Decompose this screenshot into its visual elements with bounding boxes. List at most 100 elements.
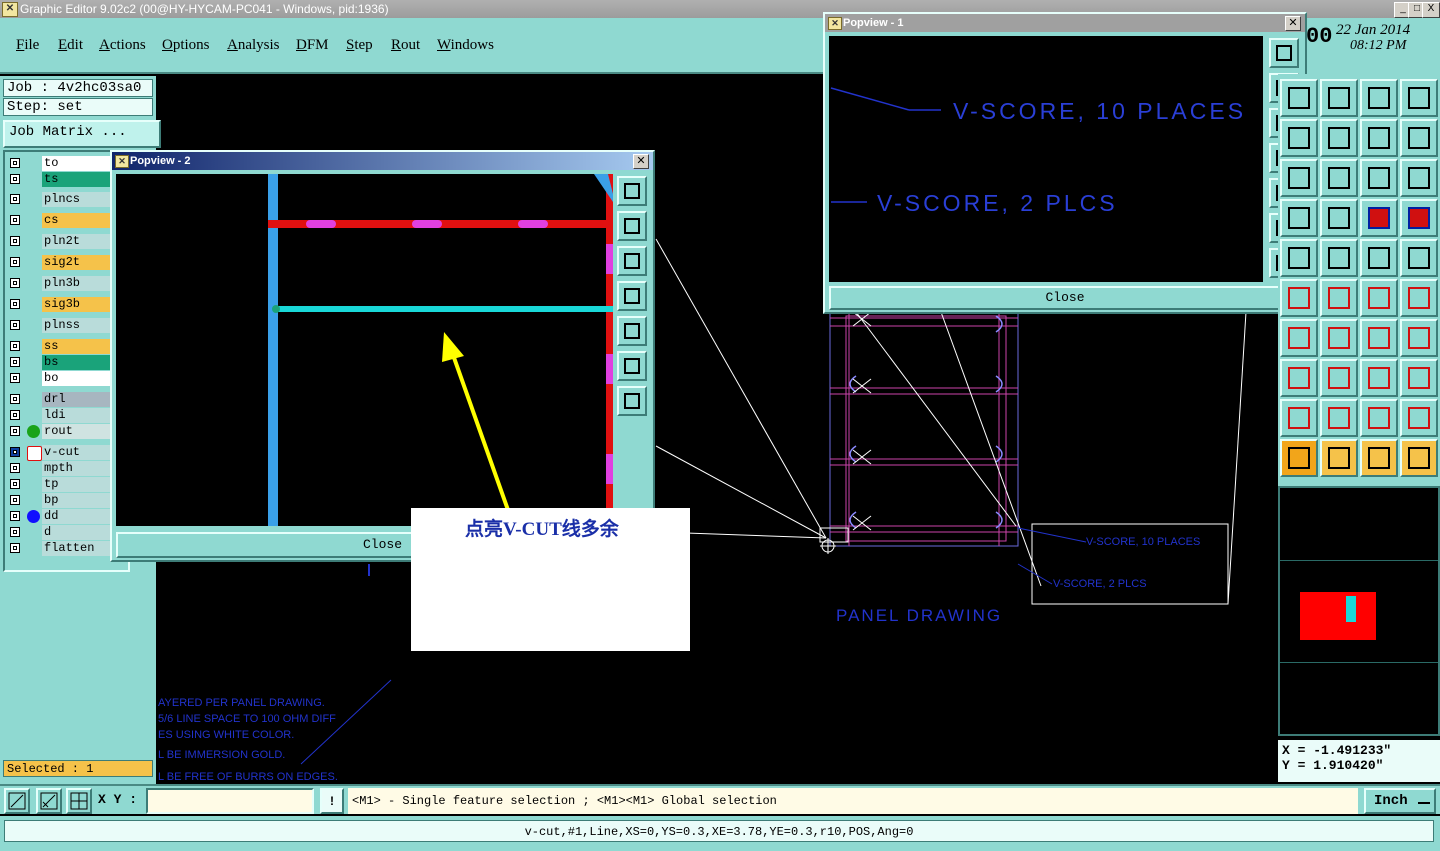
menu-dfm[interactable]: DFM [296, 37, 329, 54]
menu-actions[interactable]: Actions [99, 37, 146, 54]
break-button[interactable] [1320, 359, 1358, 397]
layer-checkbox[interactable] [10, 194, 20, 204]
layer-checkbox[interactable] [10, 299, 20, 309]
select-button[interactable] [1280, 239, 1318, 277]
group-button[interactable] [1400, 359, 1438, 397]
layer-checkbox[interactable] [10, 341, 20, 351]
popview-1-close-icon[interactable]: ✕ [1285, 16, 1301, 31]
layer-row-sig3b[interactable]: sig3b [7, 297, 113, 312]
layer-row-flatten[interactable]: flatten [7, 541, 113, 556]
cursor4-button[interactable] [1400, 439, 1438, 477]
menu-windows[interactable]: Windows [437, 37, 494, 54]
layer-row-ldi[interactable]: ldi [7, 408, 113, 423]
layer-checkbox[interactable] [10, 511, 20, 521]
layer-checkbox[interactable] [10, 236, 20, 246]
split-view-button[interactable] [1400, 79, 1438, 117]
layer-checkbox[interactable] [10, 215, 20, 225]
redo-button[interactable] [1400, 119, 1438, 157]
ruler-button[interactable] [1360, 239, 1398, 277]
popview-1-close-button[interactable]: Close [829, 286, 1301, 310]
layer-checkbox[interactable] [10, 410, 20, 420]
layer-checkbox[interactable] [10, 447, 20, 457]
layer-checkbox[interactable] [10, 158, 20, 168]
layer-view-button[interactable] [1320, 199, 1358, 237]
arc-button[interactable] [1360, 319, 1398, 357]
menu-options[interactable]: Options [162, 37, 210, 54]
undo-button[interactable] [1360, 119, 1398, 157]
layer-checkbox[interactable] [10, 357, 20, 367]
popview-pan-down-button[interactable] [617, 246, 647, 276]
triangle-button[interactable] [1280, 399, 1318, 437]
close-window-button[interactable]: X [1422, 2, 1440, 18]
dim-button[interactable] [1360, 359, 1398, 397]
pan-button[interactable] [1280, 119, 1318, 157]
layer-checkbox[interactable] [10, 426, 20, 436]
home-button[interactable] [1360, 79, 1398, 117]
warning-button[interactable]: ! [320, 788, 344, 814]
layer-row-ts[interactable]: ts [7, 172, 113, 187]
connect-button[interactable] [1360, 279, 1398, 317]
pad-button[interactable] [1400, 239, 1438, 277]
layer-row-sig2t[interactable]: sig2t [7, 255, 113, 270]
layer-row-mpth[interactable]: mpth [7, 461, 113, 476]
route-button[interactable] [1360, 199, 1398, 237]
cursor-button[interactable] [1280, 439, 1318, 477]
layer-checkbox[interactable] [10, 320, 20, 330]
popview-pan-left-button[interactable] [617, 281, 647, 311]
layer-checkbox[interactable] [10, 527, 20, 537]
measure-icon[interactable] [36, 788, 62, 814]
node-button[interactable] [1280, 359, 1318, 397]
units-select[interactable]: Inch [1364, 788, 1436, 814]
zoom-center-button[interactable] [1280, 159, 1318, 197]
angle-button[interactable] [1280, 319, 1318, 357]
layer-row-rout[interactable]: rout [7, 424, 113, 439]
layer-checkbox[interactable] [10, 257, 20, 267]
menu-analysis[interactable]: Analysis [227, 37, 280, 54]
layer-row-pln2t[interactable]: pln2t [7, 234, 113, 249]
menu-file[interactable]: File [16, 37, 39, 54]
popview-pan-up-button[interactable] [617, 211, 647, 241]
line-button[interactable] [1320, 319, 1358, 357]
popview-home-button[interactable] [617, 386, 647, 416]
minimap[interactable] [1278, 486, 1440, 736]
scale-one-button[interactable] [1360, 159, 1398, 197]
menu-edit[interactable]: Edit [58, 37, 83, 54]
popview-zoom-button[interactable] [1269, 38, 1299, 68]
triangle2-button[interactable] [1320, 399, 1358, 437]
layer-row-drl[interactable]: drl [7, 392, 113, 407]
layer-row-plnss[interactable]: plnss [7, 318, 113, 333]
popview-fit-button[interactable] [617, 351, 647, 381]
cursor3-button[interactable] [1360, 439, 1398, 477]
zoom-fit-button[interactable] [1320, 159, 1358, 197]
layer-checkbox[interactable] [10, 463, 20, 473]
route-alt-button[interactable] [1400, 199, 1438, 237]
layer-checkbox[interactable] [10, 278, 20, 288]
triangle4-button[interactable] [1400, 399, 1438, 437]
cursor2-button[interactable] [1320, 439, 1358, 477]
layer-checkbox[interactable] [10, 394, 20, 404]
snap-icon[interactable] [4, 788, 30, 814]
layer-checkbox[interactable] [10, 543, 20, 553]
help-button[interactable] [1400, 159, 1438, 197]
menu-rout[interactable]: Rout [391, 37, 420, 54]
layer-row-bo[interactable]: bo [7, 371, 113, 386]
popview-pan-right-button[interactable] [617, 316, 647, 346]
move-button[interactable] [1320, 119, 1358, 157]
cross-button[interactable] [1320, 279, 1358, 317]
layer-checkbox[interactable] [10, 479, 20, 489]
layer-checkbox[interactable] [10, 174, 20, 184]
triangle3-button[interactable] [1360, 399, 1398, 437]
layer-row-v-cut[interactable]: v-cut [7, 445, 113, 461]
layer-row-cs[interactable]: cs [7, 213, 113, 228]
xy-input[interactable] [146, 788, 314, 814]
menu-step[interactable]: Step [346, 37, 373, 54]
shape-button[interactable] [1320, 239, 1358, 277]
connect2-button[interactable] [1400, 279, 1438, 317]
layer-row-d[interactable]: d [7, 525, 113, 540]
popview-1-canvas[interactable]: V-SCORE, 10 PLACES V-SCORE, 2 PLCS [829, 36, 1263, 282]
layer-row-ss[interactable]: ss [7, 339, 113, 354]
layer-row-bs[interactable]: bs [7, 355, 113, 370]
layer-row-pln3b[interactable]: pln3b [7, 276, 113, 291]
feature-button[interactable] [1400, 319, 1438, 357]
layer-row-tp[interactable]: tp [7, 477, 113, 492]
